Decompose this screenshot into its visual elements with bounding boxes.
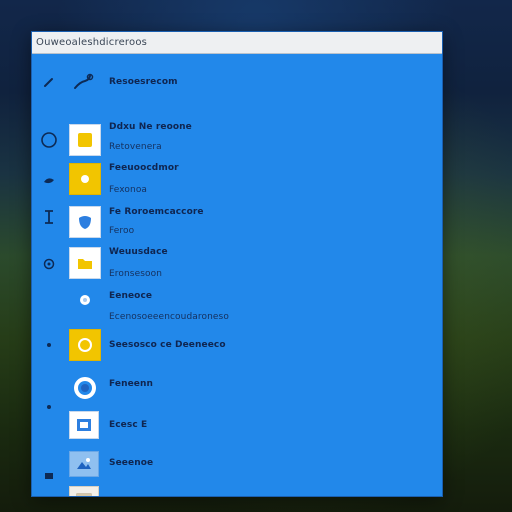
item-subtitle: Feroo xyxy=(109,226,135,236)
list-item[interactable]: Fe Roroemcaccore Feroo xyxy=(32,203,442,243)
ring-icon xyxy=(69,372,101,404)
item-subtitle: Ecenosoeeencoudaroneso xyxy=(109,312,229,322)
window-icon xyxy=(69,486,99,496)
dot-icon xyxy=(40,398,58,416)
image-icon xyxy=(69,451,99,477)
list-item[interactable]: Feneenn xyxy=(32,372,442,404)
list-item[interactable]: Seeenoe xyxy=(32,446,442,479)
item-title: Ddxu Ne reoone xyxy=(109,122,192,132)
pen-icon xyxy=(40,73,58,91)
lock-icon xyxy=(40,171,58,189)
list-item[interactable]: Eeneoce Ecenosoeeencoudaroneso xyxy=(32,287,442,327)
dot-icon xyxy=(40,336,58,354)
item-title: Feeuoocdmor xyxy=(109,163,179,173)
list-item[interactable]: Weuusdace Eronsesoon xyxy=(32,245,442,285)
sun-icon xyxy=(69,163,101,195)
folder-icon xyxy=(69,247,101,279)
list-item[interactable]: Seesosco ce Deeneeco xyxy=(32,329,442,361)
item-title: Ecesc E xyxy=(109,420,148,430)
list-item[interactable]: Feeuoocdmor Fexonoa xyxy=(32,161,442,201)
item-subtitle: Eronsesoon xyxy=(109,269,163,279)
item-title: Resoesrecom xyxy=(109,77,178,87)
dot-icon xyxy=(69,293,101,307)
badge-icon xyxy=(69,329,101,361)
wrench-icon xyxy=(69,70,97,94)
item-list: Resoesrecom Ddxu Ne reoone Retovenera Fe… xyxy=(32,54,442,496)
item-title: Seeenoe xyxy=(109,458,154,468)
pin-icon xyxy=(40,208,58,226)
shield-icon xyxy=(69,206,101,238)
item-title: Seesosco ce Deeneeco xyxy=(109,340,226,350)
item-title: Eeneoce xyxy=(109,291,153,301)
item-subtitle: Retovenera xyxy=(109,142,162,152)
settings-window: Ouweoaleshdicreroos Resoesrecom Ddxu Ne … xyxy=(31,31,443,497)
circle-icon xyxy=(40,131,58,149)
list-item[interactable]: Ecesc E xyxy=(32,405,442,441)
list-item[interactable] xyxy=(32,484,442,496)
window-title: Ouweoaleshdicreroos xyxy=(32,32,442,54)
list-item[interactable]: Ddxu Ne reoone Retovenera xyxy=(32,120,442,160)
app-icon xyxy=(69,411,99,439)
square-icon xyxy=(40,467,58,485)
gear-icon xyxy=(40,255,58,273)
note-icon xyxy=(69,124,101,156)
item-subtitle: Fexonoa xyxy=(109,185,148,195)
item-title: Feneenn xyxy=(109,379,154,389)
item-title: Fe Roroemcaccore xyxy=(109,207,204,217)
item-title: Weuusdace xyxy=(109,247,168,257)
list-item[interactable]: Resoesrecom xyxy=(32,66,442,98)
